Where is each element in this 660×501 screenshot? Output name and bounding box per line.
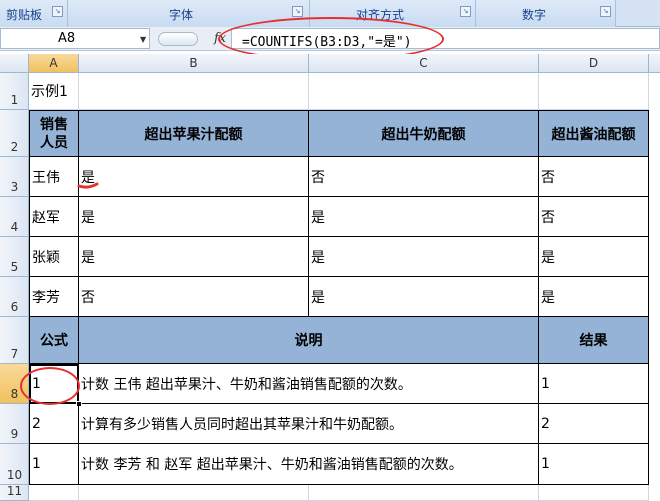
name-box[interactable]: A8 <box>0 28 150 49</box>
cell-soy[interactable]: 否 <box>539 157 649 197</box>
row-header-1[interactable]: 1 <box>0 73 29 110</box>
row-header-5[interactable]: 5 <box>0 237 29 277</box>
cell-name[interactable]: 赵军 <box>29 197 79 237</box>
cell-c1[interactable] <box>309 73 539 110</box>
row-header-4[interactable]: 4 <box>0 197 29 237</box>
cell-soy[interactable]: 是 <box>539 237 649 277</box>
ribbon-group-label-font: 字体 <box>169 8 194 22</box>
cell-milk[interactable]: 是 <box>309 277 539 317</box>
row-header-7[interactable]: 7 <box>0 317 29 364</box>
cell-name[interactable]: 张颖 <box>29 237 79 277</box>
cell-description[interactable]: 计数 李芳 和 赵军 超出苹果汁、牛奶和酱油销售配额的次数。 <box>79 444 539 485</box>
ribbon-group-clipboard: 剪贴板 ↘ <box>0 0 68 27</box>
cell-milk[interactable]: 否 <box>309 157 539 197</box>
header-soy[interactable]: 超出酱油配额 <box>539 110 649 157</box>
header-result[interactable]: 结果 <box>539 317 649 364</box>
cell-c11[interactable] <box>309 485 539 501</box>
cell-result[interactable]: 1 <box>539 364 649 404</box>
cell-name[interactable]: 王伟 <box>29 157 79 197</box>
cell-description[interactable]: 计算有多少销售人员同时超出其苹果汁和牛奶配额。 <box>79 404 539 444</box>
dialog-launcher-icon[interactable]: ↘ <box>600 6 611 17</box>
cell-a1-title[interactable]: 示例1 <box>29 73 79 110</box>
row-header-6[interactable]: 6 <box>0 277 29 317</box>
ribbon-group-number: 数字 ↘ <box>476 0 616 27</box>
cell-result[interactable]: 1 <box>539 444 649 485</box>
dialog-launcher-icon[interactable]: ↘ <box>52 6 63 17</box>
cell-soy[interactable]: 是 <box>539 277 649 317</box>
row-header-2[interactable]: 2 <box>0 110 29 157</box>
cell-milk[interactable]: 是 <box>309 237 539 277</box>
ribbon-group-label-clipboard: 剪贴板 <box>6 8 43 22</box>
cell-d1[interactable] <box>539 73 649 110</box>
column-header-e[interactable] <box>649 54 660 73</box>
column-header-b[interactable]: B <box>79 54 309 73</box>
row-header-10[interactable]: 10 <box>0 444 29 485</box>
row-header-9[interactable]: 9 <box>0 404 29 444</box>
cell-apple[interactable]: 否 <box>79 277 309 317</box>
header-description[interactable]: 说明 <box>79 317 539 364</box>
cell-apple[interactable]: 是 <box>79 237 309 277</box>
ribbon-group-label-number: 数字 <box>522 8 547 22</box>
dialog-launcher-icon[interactable]: ↘ <box>460 6 471 17</box>
cell-a11[interactable] <box>29 485 79 501</box>
cell-apple[interactable]: 是 <box>79 197 309 237</box>
cell-milk[interactable]: 是 <box>309 197 539 237</box>
column-header-d[interactable]: D <box>539 54 649 73</box>
cell-formula[interactable]: 1 <box>29 444 79 485</box>
cell-d11[interactable] <box>539 485 649 501</box>
row-header-3[interactable]: 3 <box>0 157 29 197</box>
cell-b1[interactable] <box>79 73 309 110</box>
cell-b11[interactable] <box>79 485 309 501</box>
select-all-corner[interactable] <box>0 54 29 73</box>
cell-name[interactable]: 李芳 <box>29 277 79 317</box>
row-header-11[interactable]: 11 <box>0 484 29 501</box>
dialog-launcher-icon[interactable]: ↘ <box>292 6 303 17</box>
header-apple[interactable]: 超出苹果汁配额 <box>79 110 309 157</box>
annotation-underline <box>77 182 99 189</box>
annotation-circle-cell <box>20 367 80 405</box>
header-salesperson[interactable]: 销售人员 <box>29 110 79 157</box>
cell-soy[interactable]: 否 <box>539 197 649 237</box>
cell-apple[interactable]: 是 <box>79 157 309 197</box>
header-milk[interactable]: 超出牛奶配额 <box>309 110 539 157</box>
column-header-a[interactable]: A <box>29 54 79 73</box>
column-header-c[interactable]: C <box>309 54 539 73</box>
header-formula[interactable]: 公式 <box>29 317 79 364</box>
cell-result[interactable]: 2 <box>539 404 649 444</box>
cell-formula[interactable]: 2 <box>29 404 79 444</box>
name-box-dropdown-icon[interactable]: ▼ <box>140 35 146 44</box>
cell-description[interactable]: 计数 王伟 超出苹果汁、牛奶和酱油销售配额的次数。 <box>79 364 539 404</box>
formula-bar-splitter[interactable] <box>158 32 198 46</box>
